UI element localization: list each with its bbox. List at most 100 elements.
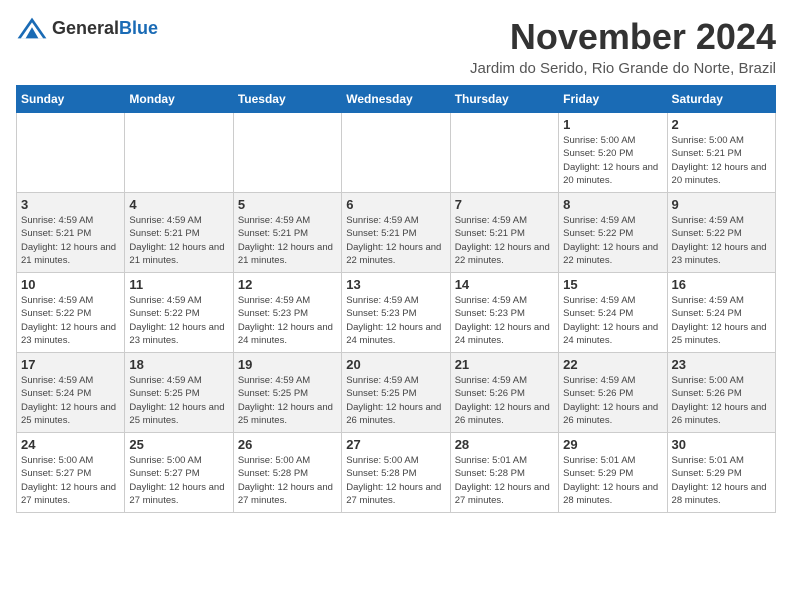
day-number: 2 <box>672 117 771 132</box>
day-info: Sunrise: 4:59 AM Sunset: 5:25 PM Dayligh… <box>238 374 337 427</box>
day-number: 16 <box>672 277 771 292</box>
day-number: 6 <box>346 197 445 212</box>
calendar-cell: 29 Sunrise: 5:01 AM Sunset: 5:29 PM Dayli… <box>559 433 667 513</box>
calendar-cell <box>125 113 233 193</box>
day-info: Sunrise: 4:59 AM Sunset: 5:21 PM Dayligh… <box>129 214 228 267</box>
day-number: 27 <box>346 437 445 452</box>
calendar-cell <box>342 113 450 193</box>
day-number: 14 <box>455 277 554 292</box>
subtitle: Jardim do Serido, Rio Grande do Norte, B… <box>470 60 776 77</box>
day-number: 24 <box>21 437 120 452</box>
calendar-cell: 26 Sunrise: 5:00 AM Sunset: 5:28 PM Dayli… <box>233 433 341 513</box>
month-title: November 2024 <box>470 16 776 58</box>
day-number: 23 <box>672 357 771 372</box>
day-info: Sunrise: 5:00 AM Sunset: 5:27 PM Dayligh… <box>21 454 120 507</box>
calendar-cell: 27 Sunrise: 5:00 AM Sunset: 5:28 PM Dayli… <box>342 433 450 513</box>
day-number: 22 <box>563 357 662 372</box>
day-info: Sunrise: 5:01 AM Sunset: 5:29 PM Dayligh… <box>563 454 662 507</box>
day-info: Sunrise: 4:59 AM Sunset: 5:21 PM Dayligh… <box>455 214 554 267</box>
calendar-cell: 17 Sunrise: 4:59 AM Sunset: 5:24 PM Dayli… <box>17 353 125 433</box>
day-info: Sunrise: 4:59 AM Sunset: 5:23 PM Dayligh… <box>455 294 554 347</box>
day-number: 10 <box>21 277 120 292</box>
day-number: 28 <box>455 437 554 452</box>
calendar-cell: 21Sunrise: 4:59 AM Sunset: 5:26 PM Dayli… <box>450 353 558 433</box>
day-number: 15 <box>563 277 662 292</box>
calendar-cell: 22 Sunrise: 4:59 AM Sunset: 5:26 PM Dayli… <box>559 353 667 433</box>
day-info: Sunrise: 4:59 AM Sunset: 5:23 PM Dayligh… <box>346 294 445 347</box>
weekday-header-tuesday: Tuesday <box>233 86 341 113</box>
weekday-header-row: SundayMondayTuesdayWednesdayThursdayFrid… <box>17 86 776 113</box>
day-info: Sunrise: 5:00 AM Sunset: 5:20 PM Dayligh… <box>563 134 662 187</box>
day-info: Sunrise: 4:59 AM Sunset: 5:24 PM Dayligh… <box>21 374 120 427</box>
weekday-header-wednesday: Wednesday <box>342 86 450 113</box>
day-info: Sunrise: 5:00 AM Sunset: 5:28 PM Dayligh… <box>238 454 337 507</box>
calendar-cell: 24 Sunrise: 5:00 AM Sunset: 5:27 PM Dayli… <box>17 433 125 513</box>
day-info: Sunrise: 4:59 AM Sunset: 5:22 PM Dayligh… <box>129 294 228 347</box>
calendar-cell: 25 Sunrise: 5:00 AM Sunset: 5:27 PM Dayli… <box>125 433 233 513</box>
day-info: Sunrise: 5:00 AM Sunset: 5:21 PM Dayligh… <box>672 134 771 187</box>
calendar-cell: 19Sunrise: 4:59 AM Sunset: 5:25 PM Dayli… <box>233 353 341 433</box>
day-info: Sunrise: 4:59 AM Sunset: 5:21 PM Dayligh… <box>21 214 120 267</box>
calendar-cell: 8 Sunrise: 4:59 AM Sunset: 5:22 PM Daylig… <box>559 193 667 273</box>
calendar-cell <box>450 113 558 193</box>
title-section: November 2024 Jardim do Serido, Rio Gran… <box>470 16 776 77</box>
day-number: 5 <box>238 197 337 212</box>
calendar-cell: 28 Sunrise: 5:01 AM Sunset: 5:28 PM Dayli… <box>450 433 558 513</box>
day-number: 12 <box>238 277 337 292</box>
day-number: 26 <box>238 437 337 452</box>
calendar-cell: 5 Sunrise: 4:59 AM Sunset: 5:21 PM Daylig… <box>233 193 341 273</box>
day-info: Sunrise: 4:59 AM Sunset: 5:25 PM Dayligh… <box>129 374 228 427</box>
calendar-week-row: 1 Sunrise: 5:00 AM Sunset: 5:20 PM Daylig… <box>17 113 776 193</box>
header: GeneralBlue November 2024 Jardim do Seri… <box>16 16 776 77</box>
day-number: 18 <box>129 357 228 372</box>
calendar-cell: 15 Sunrise: 4:59 AM Sunset: 5:24 PM Dayli… <box>559 273 667 353</box>
calendar-cell: 7 Sunrise: 4:59 AM Sunset: 5:21 PM Daylig… <box>450 193 558 273</box>
day-number: 25 <box>129 437 228 452</box>
calendar-cell: 1 Sunrise: 5:00 AM Sunset: 5:20 PM Daylig… <box>559 113 667 193</box>
calendar-week-row: 3Sunrise: 4:59 AM Sunset: 5:21 PM Daylig… <box>17 193 776 273</box>
day-info: Sunrise: 5:00 AM Sunset: 5:27 PM Dayligh… <box>129 454 228 507</box>
day-info: Sunrise: 4:59 AM Sunset: 5:23 PM Dayligh… <box>238 294 337 347</box>
day-info: Sunrise: 4:59 AM Sunset: 5:26 PM Dayligh… <box>563 374 662 427</box>
day-info: Sunrise: 4:59 AM Sunset: 5:22 PM Dayligh… <box>21 294 120 347</box>
day-info: Sunrise: 5:01 AM Sunset: 5:28 PM Dayligh… <box>455 454 554 507</box>
weekday-header-thursday: Thursday <box>450 86 558 113</box>
day-number: 17 <box>21 357 120 372</box>
calendar-cell: 12 Sunrise: 4:59 AM Sunset: 5:23 PM Dayli… <box>233 273 341 353</box>
day-info: Sunrise: 4:59 AM Sunset: 5:21 PM Dayligh… <box>238 214 337 267</box>
calendar-cell: 3Sunrise: 4:59 AM Sunset: 5:21 PM Daylig… <box>17 193 125 273</box>
calendar-week-row: 17 Sunrise: 4:59 AM Sunset: 5:24 PM Dayli… <box>17 353 776 433</box>
logo-text-general: General <box>52 18 119 38</box>
day-number: 13 <box>346 277 445 292</box>
calendar-table: SundayMondayTuesdayWednesdayThursdayFrid… <box>16 85 776 513</box>
calendar-week-row: 24 Sunrise: 5:00 AM Sunset: 5:27 PM Dayli… <box>17 433 776 513</box>
calendar-cell: 10 Sunrise: 4:59 AM Sunset: 5:22 PM Dayli… <box>17 273 125 353</box>
weekday-header-monday: Monday <box>125 86 233 113</box>
logo-text-blue: Blue <box>119 18 158 38</box>
day-info: Sunrise: 5:01 AM Sunset: 5:29 PM Dayligh… <box>672 454 771 507</box>
day-info: Sunrise: 4:59 AM Sunset: 5:24 PM Dayligh… <box>563 294 662 347</box>
weekday-header-saturday: Saturday <box>667 86 775 113</box>
day-number: 9 <box>672 197 771 212</box>
day-info: Sunrise: 5:00 AM Sunset: 5:26 PM Dayligh… <box>672 374 771 427</box>
calendar-cell: 2 Sunrise: 5:00 AM Sunset: 5:21 PM Daylig… <box>667 113 775 193</box>
calendar-cell: 11Sunrise: 4:59 AM Sunset: 5:22 PM Dayli… <box>125 273 233 353</box>
day-number: 29 <box>563 437 662 452</box>
weekday-header-friday: Friday <box>559 86 667 113</box>
day-info: Sunrise: 5:00 AM Sunset: 5:28 PM Dayligh… <box>346 454 445 507</box>
day-info: Sunrise: 4:59 AM Sunset: 5:21 PM Dayligh… <box>346 214 445 267</box>
calendar-cell: 9 Sunrise: 4:59 AM Sunset: 5:22 PM Daylig… <box>667 193 775 273</box>
day-number: 7 <box>455 197 554 212</box>
calendar-cell <box>233 113 341 193</box>
day-number: 20 <box>346 357 445 372</box>
calendar-cell: 23 Sunrise: 5:00 AM Sunset: 5:26 PM Dayli… <box>667 353 775 433</box>
day-number: 8 <box>563 197 662 212</box>
day-number: 1 <box>563 117 662 132</box>
calendar-cell: 4Sunrise: 4:59 AM Sunset: 5:21 PM Daylig… <box>125 193 233 273</box>
calendar-cell: 16Sunrise: 4:59 AM Sunset: 5:24 PM Dayli… <box>667 273 775 353</box>
calendar-cell: 30Sunrise: 5:01 AM Sunset: 5:29 PM Dayli… <box>667 433 775 513</box>
calendar-cell: 6 Sunrise: 4:59 AM Sunset: 5:21 PM Daylig… <box>342 193 450 273</box>
day-info: Sunrise: 4:59 AM Sunset: 5:22 PM Dayligh… <box>672 214 771 267</box>
calendar-cell <box>17 113 125 193</box>
day-info: Sunrise: 4:59 AM Sunset: 5:22 PM Dayligh… <box>563 214 662 267</box>
